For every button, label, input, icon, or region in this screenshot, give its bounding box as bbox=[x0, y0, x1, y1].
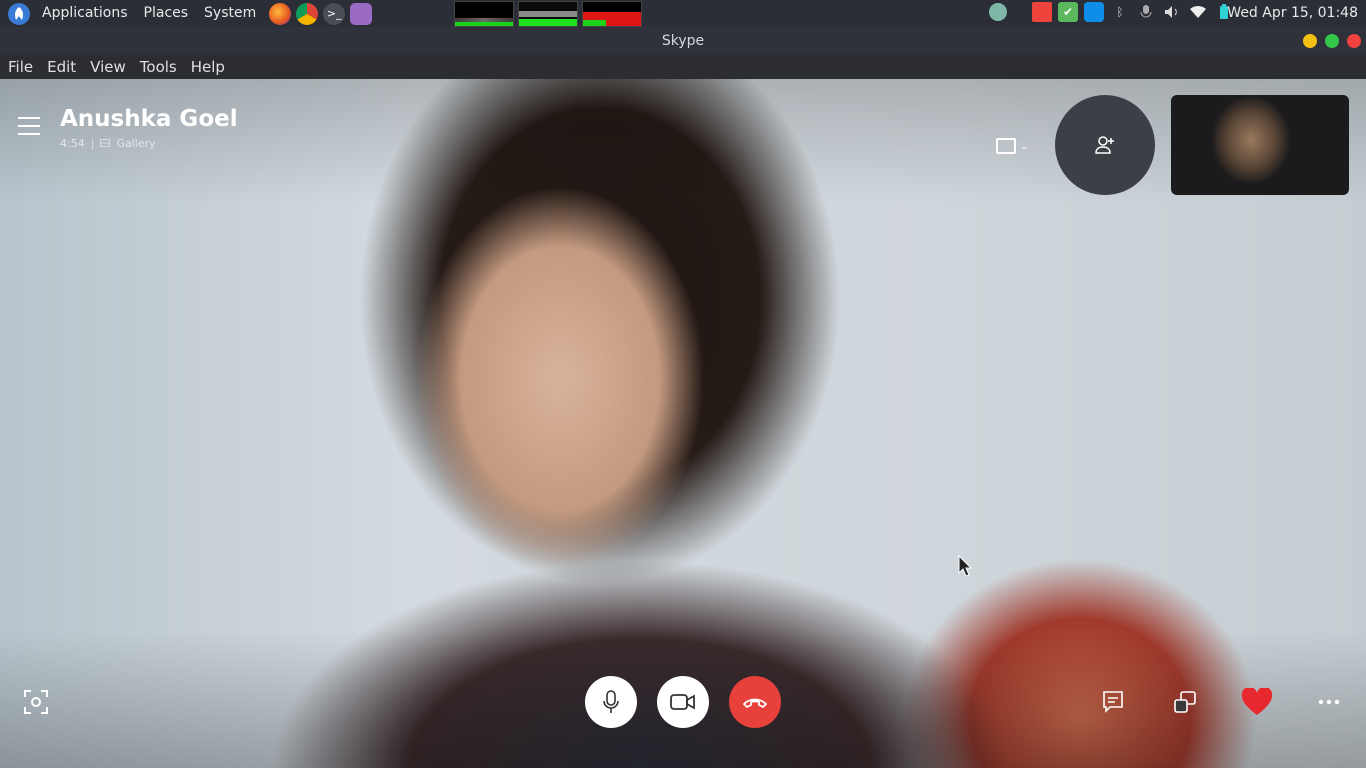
system-panel: Applications Places System >_ ✔ ᛒ Wed Ap… bbox=[0, 0, 1366, 27]
fit-screen-button[interactable]: ⌄ bbox=[996, 135, 1032, 157]
chrome-icon[interactable] bbox=[296, 2, 319, 25]
firefox-icon[interactable] bbox=[269, 2, 292, 25]
memory-monitor-graph bbox=[518, 0, 579, 27]
call-meta: 4:54 | Gallery bbox=[60, 137, 156, 150]
updates-icon[interactable] bbox=[988, 2, 1008, 22]
panel-menus: Applications Places System bbox=[34, 0, 264, 27]
chat-icon bbox=[1103, 691, 1123, 713]
close-button[interactable] bbox=[1347, 34, 1361, 48]
switch-view-icon bbox=[1174, 691, 1196, 713]
add-participant-button[interactable] bbox=[1055, 95, 1155, 195]
chevron-down-icon: ⌄ bbox=[1020, 140, 1029, 152]
self-video-preview[interactable] bbox=[1171, 95, 1349, 195]
more-options-button[interactable] bbox=[1315, 688, 1343, 716]
call-duration: 4:54 bbox=[60, 137, 85, 150]
teamviewer-icon[interactable] bbox=[1084, 2, 1104, 22]
chat-button[interactable] bbox=[1099, 688, 1127, 716]
checkmark-icon[interactable]: ✔ bbox=[1058, 2, 1078, 22]
wifi-icon[interactable] bbox=[1188, 2, 1208, 22]
applications-menu[interactable]: Applications bbox=[34, 0, 136, 27]
more-options-icon bbox=[1318, 699, 1340, 705]
bluetooth-icon[interactable]: ᛒ bbox=[1110, 2, 1130, 22]
terminal-icon[interactable]: >_ bbox=[323, 2, 346, 25]
video-button[interactable] bbox=[657, 676, 709, 728]
menu-help[interactable]: Help bbox=[183, 58, 231, 76]
contact-name: Anushka Goel bbox=[60, 106, 238, 132]
volume-icon[interactable] bbox=[1162, 2, 1182, 22]
separator: | bbox=[90, 137, 95, 150]
maximize-button[interactable] bbox=[1325, 34, 1339, 48]
call-video-area[interactable]: Anushka Goel 4:54 | Gallery ⌄ bbox=[0, 79, 1366, 768]
microphone-icon[interactable] bbox=[1136, 2, 1156, 22]
system-tray: ✔ ᛒ bbox=[988, 2, 1234, 22]
microphone-icon bbox=[603, 690, 619, 713]
menu-tools[interactable]: Tools bbox=[132, 58, 183, 76]
fit-screen-icon bbox=[996, 138, 1016, 154]
switch-view-button[interactable] bbox=[1171, 688, 1199, 716]
menu-file[interactable]: File bbox=[0, 58, 39, 76]
add-person-icon bbox=[1095, 136, 1114, 154]
end-call-button[interactable] bbox=[729, 676, 781, 728]
network-monitor-graph bbox=[582, 0, 643, 27]
window-title: Skype bbox=[661, 33, 705, 49]
window-titlebar: Skype bbox=[0, 27, 1366, 55]
cpu-monitor-graph bbox=[454, 0, 515, 27]
hang-up-icon bbox=[743, 698, 767, 708]
text-editor-icon[interactable] bbox=[350, 2, 373, 25]
snapshot-button[interactable] bbox=[22, 688, 50, 716]
system-menu[interactable]: System bbox=[196, 0, 264, 27]
gallery-label[interactable]: Gallery bbox=[116, 137, 155, 150]
anydesk-icon[interactable] bbox=[1032, 2, 1052, 22]
panel-clock[interactable]: Wed Apr 15, 01:48 bbox=[1227, 0, 1358, 27]
snapshot-icon bbox=[24, 690, 48, 714]
remote-video-feed bbox=[0, 79, 1366, 768]
gallery-icon[interactable] bbox=[100, 137, 111, 150]
heart-icon bbox=[1241, 688, 1273, 715]
microphone-button[interactable] bbox=[585, 676, 637, 728]
hamburger-menu-icon[interactable] bbox=[18, 117, 40, 141]
menu-edit[interactable]: Edit bbox=[39, 58, 82, 76]
applications-logo-icon[interactable] bbox=[8, 2, 30, 25]
window-menubar: File Edit View Tools Help bbox=[0, 55, 1366, 79]
minimize-button[interactable] bbox=[1303, 34, 1317, 48]
mouse-cursor-icon bbox=[958, 555, 972, 577]
places-menu[interactable]: Places bbox=[136, 0, 197, 27]
menu-view[interactable]: View bbox=[82, 58, 132, 76]
video-camera-icon bbox=[670, 694, 695, 710]
react-heart-button[interactable] bbox=[1241, 688, 1273, 716]
